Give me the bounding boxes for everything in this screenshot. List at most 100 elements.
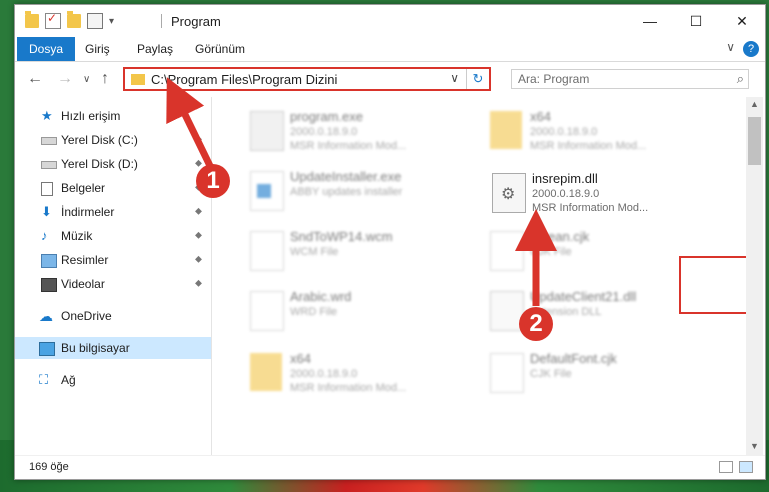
tab-view[interactable]: Görünüm: [183, 37, 257, 61]
pin-icon[interactable]: ⬥: [195, 249, 202, 271]
title-separator: [161, 14, 162, 28]
item-count: 169 öğe: [29, 461, 69, 473]
forward-button[interactable]: →: [57, 70, 73, 88]
sidebar-item-quick-access[interactable]: ★ Hızlı erişim: [15, 105, 211, 127]
back-button[interactable]: ←: [27, 70, 43, 88]
address-row: ← → ∨ ↑ C:\Program Files\Program Dizini …: [15, 62, 765, 96]
file-description: MSR Information Mod...: [290, 140, 407, 152]
new-folder-icon[interactable]: [67, 11, 81, 28]
close-button[interactable]: ✕: [719, 5, 765, 37]
videos-icon: [41, 278, 57, 292]
recent-locations-button[interactable]: ∨: [83, 74, 90, 85]
file-item[interactable]: x64 2000.0.18.9.0 MSR Information Mod...: [482, 105, 714, 161]
sidebar-item-music[interactable]: ♪ Müzik ⬥: [15, 225, 211, 247]
pin-icon[interactable]: ⬥: [195, 225, 202, 247]
sidebar-item-pictures[interactable]: Resimler ⬥: [15, 249, 211, 271]
address-dropdown-icon[interactable]: ∨: [450, 71, 459, 85]
sidebar-item-label: İndirmeler: [61, 205, 115, 219]
pin-icon[interactable]: ⬥: [195, 273, 202, 295]
file-icon: [490, 231, 524, 271]
folder-icon: [250, 353, 282, 391]
network-icon: ⛶: [39, 372, 49, 387]
file-item[interactable]: Arabic.wrd WRD File: [242, 285, 474, 341]
file-icon: [250, 291, 284, 331]
sidebar-item-downloads[interactable]: ⬇ İndirmeler ⬥: [15, 201, 211, 223]
file-name: insrepim.dll: [532, 171, 598, 186]
file-item-insrepim-dll[interactable]: ⚙ insrepim.dll 2000.0.18.9.0 MSR Informa…: [484, 167, 716, 223]
sidebar-item-label: Yerel Disk (C:): [61, 133, 138, 147]
search-placeholder[interactable]: Ara: Program: [518, 72, 589, 86]
maximize-button[interactable]: ☐: [673, 5, 719, 37]
file-description: WCM File: [290, 246, 339, 258]
quick-access-toolbar: ▾: [25, 11, 114, 29]
sidebar-item-this-pc[interactable]: Bu bilgisayar: [15, 337, 211, 359]
folder-icon: [490, 111, 522, 149]
sidebar-item-disk-c[interactable]: Yerel Disk (C:) ⬥: [15, 129, 211, 151]
file-item[interactable]: DefaultFont.cjk CJK File: [482, 347, 714, 403]
sidebar-item-videos[interactable]: Videolar ⬥: [15, 273, 211, 295]
star-icon: ★: [41, 108, 53, 123]
minimize-button[interactable]: —: [627, 5, 673, 37]
vertical-scrollbar[interactable]: ▲ ▼: [746, 97, 763, 455]
file-name: UpdateInstaller.exe: [290, 169, 402, 184]
file-name: x64: [530, 109, 551, 124]
scroll-thumb[interactable]: [748, 117, 761, 165]
cloud-icon: ☁: [39, 308, 53, 324]
file-description: MSR Information Mod...: [290, 382, 407, 394]
customize-toolbar-icon[interactable]: [87, 13, 103, 29]
search-box[interactable]: Ara: Program ⌕: [511, 69, 749, 89]
music-icon: ♪: [41, 228, 48, 243]
drive-icon: [41, 137, 57, 145]
scroll-up-icon[interactable]: ▲: [750, 99, 759, 109]
dll-gear-icon: ⚙: [492, 173, 526, 213]
sidebar-item-onedrive[interactable]: ☁ OneDrive: [15, 305, 211, 327]
file-item[interactable]: UpdateInstaller.exe ABBY updates install…: [242, 165, 474, 221]
sidebar-item-label: Bu bilgisayar: [61, 341, 130, 355]
pin-icon[interactable]: ⬥: [195, 129, 202, 151]
file-description: MSR Information Mod...: [530, 140, 647, 152]
file-version: 2000.0.18.9.0: [530, 126, 598, 138]
up-button[interactable]: ↑: [101, 70, 109, 88]
explorer-window: ▾ Program — ☐ ✕ Dosya Giriş Paylaş Görün…: [14, 4, 766, 480]
sidebar-item-network[interactable]: ⛶ Ağ: [15, 369, 211, 391]
file-item[interactable]: program.exe 2000.0.18.9.0 MSR Informatio…: [242, 105, 474, 161]
sidebar-item-disk-d[interactable]: Yerel Disk (D:) ⬥: [15, 153, 211, 175]
file-version: 2000.0.18.9.0: [290, 126, 358, 138]
step-badge-1: 1: [196, 164, 230, 198]
search-icon[interactable]: ⌕: [737, 71, 744, 87]
folder-icon: [131, 74, 145, 85]
sidebar-item-label: Müzik: [61, 229, 93, 243]
scroll-down-icon[interactable]: ▼: [750, 441, 759, 451]
folder-icon: [25, 11, 39, 28]
installer-icon: [250, 171, 284, 211]
file-name: x64: [290, 351, 311, 366]
file-item[interactable]: x64 2000.0.18.9.0 MSR Information Mod...: [242, 347, 474, 403]
refresh-button[interactable]: ↻: [466, 69, 489, 89]
sidebar-item-label: Videolar: [61, 277, 105, 291]
title-bar: ▾ Program — ☐ ✕: [15, 5, 765, 37]
address-path[interactable]: C:\Program Files\Program Dizini: [151, 72, 337, 87]
pin-icon[interactable]: ⬥: [195, 201, 202, 223]
tiles-view-icon[interactable]: [739, 461, 753, 473]
sidebar-item-label: OneDrive: [61, 309, 112, 323]
highlight-box: [679, 256, 746, 314]
properties-check-icon[interactable]: [45, 11, 61, 29]
file-description: WRD File: [290, 306, 338, 318]
drive-icon: [41, 161, 57, 169]
help-button[interactable]: ?: [743, 41, 759, 57]
file-item[interactable]: SndToWP14.wcm WCM File: [242, 225, 474, 281]
computer-icon: [39, 342, 55, 356]
sidebar-item-documents[interactable]: Belgeler ⬥: [15, 177, 211, 199]
ribbon-expand-icon[interactable]: ∨: [726, 40, 735, 54]
address-bar[interactable]: C:\Program Files\Program Dizini ∨ ↻: [123, 67, 491, 91]
sidebar-item-label: Hızlı erişim: [61, 109, 121, 123]
tab-home[interactable]: Giriş: [73, 37, 122, 61]
file-name: Arabic.wrd: [290, 289, 352, 304]
tab-share[interactable]: Paylaş: [125, 37, 185, 61]
toolbar-dropdown-icon[interactable]: ▾: [109, 16, 114, 27]
documents-icon: [41, 182, 53, 196]
details-view-icon[interactable]: [719, 461, 733, 473]
exe-icon: [250, 111, 284, 151]
file-icon: [490, 353, 524, 393]
tab-file[interactable]: Dosya: [17, 37, 76, 61]
